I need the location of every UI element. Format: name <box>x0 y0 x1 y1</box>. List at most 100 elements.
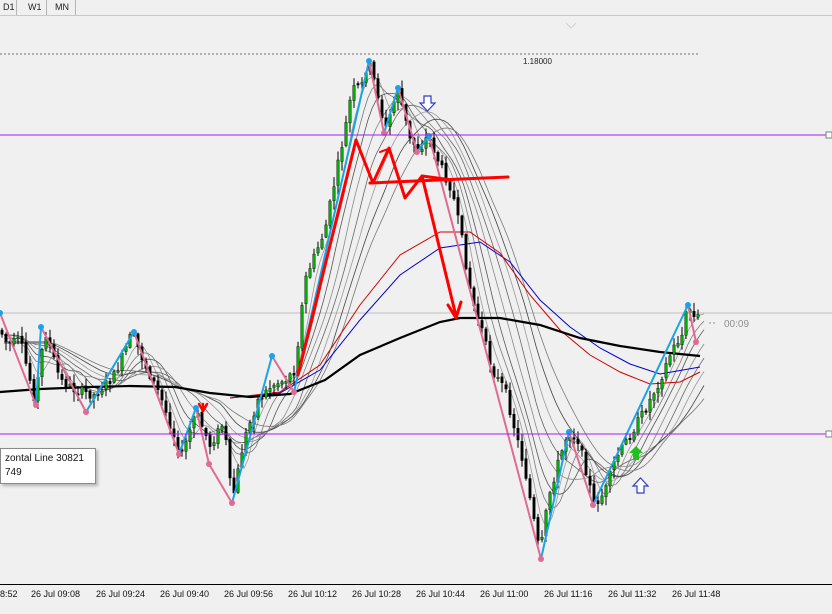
candle-body <box>184 441 188 452</box>
candle-body <box>484 328 488 342</box>
candle-body <box>152 377 156 382</box>
candle-body <box>188 429 192 442</box>
candle-body <box>436 152 440 162</box>
candle-body <box>636 417 640 435</box>
candle-body <box>312 253 316 269</box>
candle-body <box>644 410 648 413</box>
candle-body <box>88 390 92 399</box>
candle-body <box>632 431 636 441</box>
swing-low-dot <box>291 389 297 395</box>
bar-countdown: 00:09 <box>724 319 749 330</box>
time-label: 8:52 <box>0 589 18 599</box>
candle-body <box>532 497 536 519</box>
candle-body <box>576 438 580 444</box>
candle-body <box>268 388 272 392</box>
line-handle-upper[interactable] <box>825 131 832 139</box>
candle-body <box>40 349 44 377</box>
line-handle-lower[interactable] <box>825 430 832 438</box>
candle-body <box>160 389 164 401</box>
candle-body <box>332 186 336 201</box>
candle-body <box>684 311 688 336</box>
timeframe-mn-button[interactable]: MN <box>52 0 76 15</box>
candle-body <box>324 224 328 238</box>
candle-body <box>80 386 84 395</box>
candle-body <box>300 305 304 349</box>
candle-body <box>224 425 228 440</box>
chart-background <box>0 16 832 584</box>
swing-high-dot <box>685 302 691 308</box>
candle-body <box>588 475 592 486</box>
candle-body <box>420 148 424 152</box>
time-label: 26 Jul 11:48 <box>672 589 721 599</box>
candle-body <box>280 381 284 385</box>
object-tooltip: zontal Line 30821 749 <box>0 448 96 484</box>
candle-body <box>12 338 16 345</box>
swing-high-dot <box>366 58 372 64</box>
candle-body <box>660 379 664 390</box>
candle-body <box>448 180 452 191</box>
candle-body <box>348 99 352 124</box>
time-label: 26 Jul 10:12 <box>288 589 338 599</box>
candle-body <box>572 437 576 440</box>
swing-high-dot <box>38 324 44 330</box>
candle-body <box>100 390 104 395</box>
candle-body <box>584 451 588 476</box>
candle-body <box>304 275 308 304</box>
candle-body <box>344 122 348 146</box>
candle-body <box>64 379 68 388</box>
candle-body <box>116 370 120 373</box>
candle-body <box>356 83 360 86</box>
candle-body <box>536 517 540 541</box>
time-label: 26 Jul 11:32 <box>608 589 657 599</box>
swing-low-dot <box>693 339 699 345</box>
candle-body <box>376 78 380 99</box>
candle-body <box>272 384 276 388</box>
candle-body <box>164 400 168 413</box>
swing-high-dot <box>395 85 401 91</box>
candle-body <box>528 478 532 499</box>
candle-body <box>648 398 652 413</box>
swing-low-dot <box>590 502 596 508</box>
price-chart[interactable]: 1.18000 00:09 <box>0 16 832 584</box>
candle-body <box>340 147 344 162</box>
candle-body <box>200 411 204 427</box>
candle-body <box>84 385 88 392</box>
candle-body <box>264 389 268 398</box>
swing-low-dot <box>538 556 544 562</box>
candle-body <box>328 200 332 226</box>
candle-body <box>668 355 672 366</box>
timeframe-w1-button[interactable]: W1 <box>25 0 47 15</box>
candle-body <box>336 159 340 186</box>
swing-low-dot <box>414 149 420 155</box>
time-label: 26 Jul 10:28 <box>352 589 402 599</box>
time-label: 26 Jul 09:24 <box>96 589 146 599</box>
candle-body <box>696 314 700 318</box>
candle-body <box>512 414 516 429</box>
candle-body <box>548 492 552 510</box>
swing-high-dot <box>269 353 275 359</box>
candle-body <box>156 380 160 390</box>
candle-body <box>288 373 292 382</box>
candle-body <box>320 238 324 249</box>
tooltip-line-value: 749 <box>5 467 22 478</box>
candle-body <box>640 410 644 418</box>
candle-body <box>540 537 544 540</box>
time-label: 26 Jul 10:44 <box>416 589 466 599</box>
time-label: 26 Jul 11:16 <box>544 589 593 599</box>
swing-low-dot <box>206 461 212 467</box>
candle-body <box>0 329 4 335</box>
timeframe-d1-button[interactable]: D1 <box>0 0 17 15</box>
candle-body <box>624 439 628 445</box>
candle-body <box>212 442 216 446</box>
candle-body <box>464 234 468 270</box>
candle-body <box>460 215 464 236</box>
candle-body <box>692 311 696 317</box>
candle-body <box>508 390 512 415</box>
time-axis: 8:52 26 Jul 09:08 26 Jul 09:24 26 Jul 09… <box>0 584 832 614</box>
candle-body <box>456 197 460 216</box>
candle-body <box>500 376 504 384</box>
candle-body <box>452 190 456 200</box>
candle-body <box>112 371 116 383</box>
candle-body <box>28 362 32 381</box>
candle-body <box>16 337 20 340</box>
